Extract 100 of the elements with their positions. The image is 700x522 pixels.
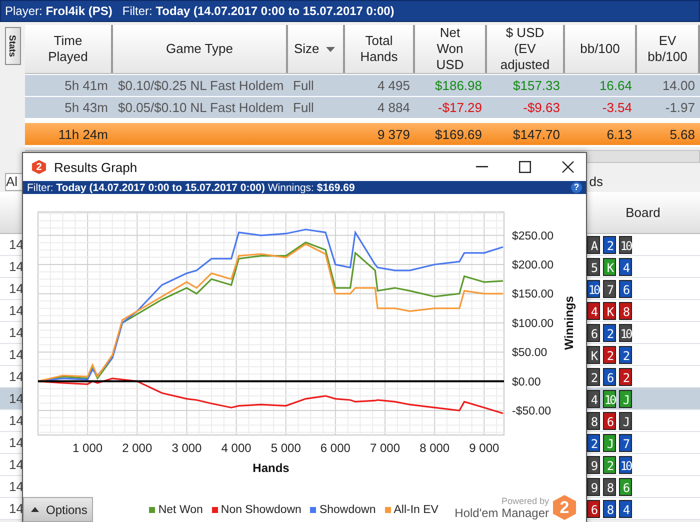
x-tick-label: 9 000 [469, 441, 500, 455]
x-tick-label: 3 000 [172, 441, 202, 455]
table-cell[interactable]: 14 [0, 388, 22, 409]
options-button[interactable]: Options [23, 497, 94, 522]
board-cell[interactable]: 6 2 10 [585, 322, 700, 343]
card: 10 [587, 280, 600, 298]
y-tick-label: $150.00 [512, 288, 554, 301]
card: J [619, 412, 632, 430]
table-cell[interactable]: 14 [0, 234, 22, 255]
board-cell[interactable]: 9 8 6 [585, 476, 700, 497]
y-tick-label: $200.00 [512, 260, 554, 272]
table-cell-text: -$9.63 [522, 99, 561, 117]
table-cell[interactable]: 14 [0, 454, 22, 475]
table-cell-text: $0.10/$0.25 NL Fast Holdem [117, 77, 285, 95]
x-axis-title: Hands [252, 461, 290, 475]
card: 2 [587, 434, 600, 452]
column-header[interactable]: Game Type [113, 25, 288, 73]
table-cell[interactable]: 14 [0, 432, 22, 453]
card: J [619, 390, 632, 408]
table-cell[interactable]: 14 [0, 322, 22, 343]
board-cell[interactable]: 4 K 8 [585, 300, 700, 321]
card: J [603, 434, 616, 452]
card: A [587, 236, 600, 254]
column-header[interactable]: Total Hands [345, 25, 415, 73]
window-title: Results Graph [54, 160, 138, 174]
help-icon[interactable]: ? [571, 182, 582, 193]
card: 4 [587, 302, 600, 320]
horizontal-scrollbar[interactable] [587, 150, 700, 163]
table-cell[interactable]: 14 [0, 366, 22, 387]
legend-label: Showdown [319, 504, 376, 516]
table-cell-text: $0.05/$0.10 NL Fast Holdem [117, 99, 285, 117]
table-cell-text: 16.64 [598, 77, 633, 95]
x-tick-label: 8 000 [420, 441, 450, 455]
table-cell[interactable]: 14 [0, 256, 22, 277]
table-cell-text: 11h 24m [57, 126, 109, 144]
table-cell-text: $186.98 [434, 77, 483, 95]
card: 10 [603, 390, 616, 408]
table-cell[interactable]: 14 [0, 278, 22, 299]
table-cell[interactable]: 14 [0, 498, 22, 519]
card: 10 [619, 236, 632, 254]
close-icon[interactable] [562, 161, 574, 173]
player-filter-text: Player: Frol4ik (PS) Filter: Today (14.07.2017 0:00 to 15.07.2017 0:00) [5, 4, 394, 18]
board-cell[interactable]: 2 J 7 [585, 432, 700, 453]
table-cell[interactable]: 14 [0, 476, 22, 497]
table-cell-text: $147.70 [512, 126, 561, 144]
table-cell[interactable]: 14 [0, 300, 22, 321]
card: 9 [587, 456, 600, 474]
stats-tab[interactable]: Stats [4, 27, 20, 65]
card: 8 [619, 302, 632, 320]
minimize-icon[interactable] [476, 166, 488, 168]
column-header[interactable]: Time Played [25, 25, 113, 73]
x-tick-label: 7 000 [370, 441, 400, 455]
card: 2 [603, 456, 616, 474]
column-header[interactable]: Net Won USD [415, 25, 487, 73]
card: K [603, 302, 616, 320]
table-cell-text: Full [292, 77, 315, 95]
column-header[interactable]: EV bb/100 [637, 25, 700, 73]
y-tick-label: $50.00 [512, 347, 548, 360]
column-header[interactable]: Size [288, 25, 345, 73]
card: 7 [603, 280, 616, 298]
board-cell[interactable]: 8 6 J [585, 410, 700, 431]
table-cell[interactable]: 14 [0, 410, 22, 431]
card: 10 [619, 324, 632, 342]
card: 9 [587, 478, 600, 496]
card: 4 [619, 258, 632, 276]
board-cell[interactable]: 4 10 J [585, 388, 700, 409]
label-text: ds [589, 174, 603, 189]
table-cell[interactable]: 14 [0, 344, 22, 365]
powered-by-text: Powered by [501, 496, 549, 506]
card: 2 [603, 324, 616, 342]
table-cell-text: -$17.29 [436, 99, 483, 117]
card: 8 [603, 478, 616, 496]
board-cell[interactable]: A 2 10 [585, 234, 700, 255]
y-axis-title: Winnings [562, 296, 576, 350]
table-cell-text: -3.54 [601, 99, 633, 117]
card: 6 [587, 324, 600, 342]
legend-label: All-In EV [394, 504, 438, 516]
maximize-icon[interactable] [519, 161, 531, 173]
brand-logo: 2 [553, 495, 576, 520]
x-tick-label: 5 000 [270, 441, 301, 455]
board-cell[interactable]: 6 8 4 [585, 498, 700, 519]
board-cell[interactable]: 10 7 6 [585, 278, 700, 299]
table-cell-text: $169.69 [434, 126, 483, 144]
table-cell-text: 9 379 [376, 126, 411, 144]
board-cell[interactable]: 5 K 4 [585, 256, 700, 277]
card: 8 [587, 412, 600, 430]
table-cell-text: 5h 41m [64, 77, 109, 95]
card: 2 [603, 236, 616, 254]
board-cell[interactable]: K 2 2 [585, 344, 700, 365]
column-header[interactable]: $ USD (EV adjusted [487, 25, 565, 73]
board-cell[interactable]: 2 6 2 [585, 366, 700, 387]
stats-row[interactable]: 5h 43m $0.05/$0.10 NL Fast Holdem Full 4 884 -$17.29 -$9.63 -3.54 -1.97 [25, 97, 700, 118]
filter-dropdown[interactable]: Al [5, 173, 23, 191]
column-header[interactable]: bb/100 [565, 25, 637, 73]
card: 6 [587, 500, 600, 518]
stats-row[interactable]: 5h 41m $0.10/$0.25 NL Fast Holdem Full 4 495 $186.98 $157.33 16.64 14.00 [25, 75, 700, 96]
table-cell-text: Full [292, 99, 315, 117]
legend-label: Non Showdown [220, 504, 302, 516]
table-cell-text: -1.97 [664, 99, 696, 117]
board-cell[interactable]: 9 2 10 [585, 454, 700, 475]
